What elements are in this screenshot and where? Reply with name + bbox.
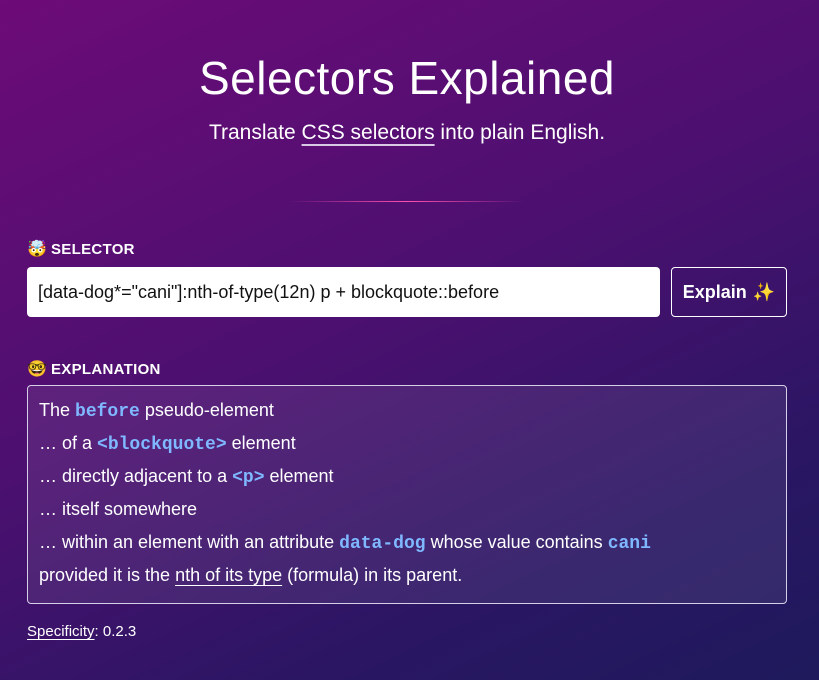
explanation-line-4: … itself somewhere — [39, 493, 775, 526]
explanation-line-1: The before pseudo-element — [39, 394, 775, 427]
pseudo-element-code: before — [75, 402, 140, 422]
selector-label: 🤯 SELECTOR — [27, 241, 135, 258]
css-selectors-link[interactable]: CSS selectors — [302, 121, 435, 144]
sparkles-icon: ✨ — [752, 281, 776, 302]
explanation-line-3: … directly adjacent to a <p> element — [39, 460, 775, 493]
p-element-code: <p> — [232, 468, 265, 488]
explanation-box: The before pseudo-element … of a <blockq… — [27, 385, 787, 604]
subtitle-text-before: Translate — [208, 121, 302, 144]
subtitle-text-after: into plain English. — [434, 121, 606, 144]
explanation-line-2: … of a <blockquote> element — [39, 427, 775, 460]
attribute-value-code: cani — [607, 534, 651, 554]
line-text: element — [226, 433, 296, 453]
explain-button[interactable]: Explain ✨ — [671, 267, 787, 317]
explanation-label-text: EXPLANATION — [51, 361, 161, 378]
selector-input[interactable]: [data-dog*="cani"]:nth-of-type(12n) p + … — [27, 267, 660, 317]
selector-input-value: [data-dog*="cani"]:nth-of-type(12n) p + … — [38, 281, 500, 302]
specificity-separator: : — [94, 623, 103, 640]
line-text: pseudo-element — [139, 400, 274, 420]
line-text: … directly adjacent to a — [39, 466, 233, 486]
page-subtitle: Translate CSS selectors into plain Engli… — [27, 121, 787, 145]
explanation-line-5: … within an element with an attribute da… — [39, 526, 775, 559]
header-divider — [289, 201, 525, 202]
line-text: whose value contains — [425, 532, 608, 552]
exploding-head-icon: 🤯 — [27, 240, 48, 258]
line-text: … of a — [39, 433, 98, 453]
line-text: provided it is the — [39, 565, 176, 585]
attribute-name-code: data-dog — [339, 534, 426, 554]
page-title: Selectors Explained — [198, 52, 616, 104]
line-text: … itself somewhere — [39, 499, 198, 519]
line-text: The — [39, 400, 76, 420]
line-text: (formula) in its parent. — [282, 565, 463, 585]
selector-label-text: SELECTOR — [51, 241, 135, 258]
explanation-line-6: provided it is the nth of its type (form… — [39, 559, 775, 592]
explanation-label: 🤓 EXPLANATION — [27, 361, 161, 378]
line-text: … within an element with an attribute — [39, 532, 340, 552]
explain-button-label: Explain — [682, 281, 747, 302]
specificity: Specificity: 0.2.3 — [27, 623, 136, 640]
specificity-link[interactable]: Specificity — [27, 623, 95, 640]
specificity-value: 0.2.3 — [102, 623, 137, 640]
blockquote-code: <blockquote> — [97, 435, 227, 455]
line-text: element — [264, 466, 334, 486]
nth-of-type-link[interactable]: nth of its type — [175, 565, 282, 585]
nerd-face-icon: 🤓 — [27, 360, 48, 378]
